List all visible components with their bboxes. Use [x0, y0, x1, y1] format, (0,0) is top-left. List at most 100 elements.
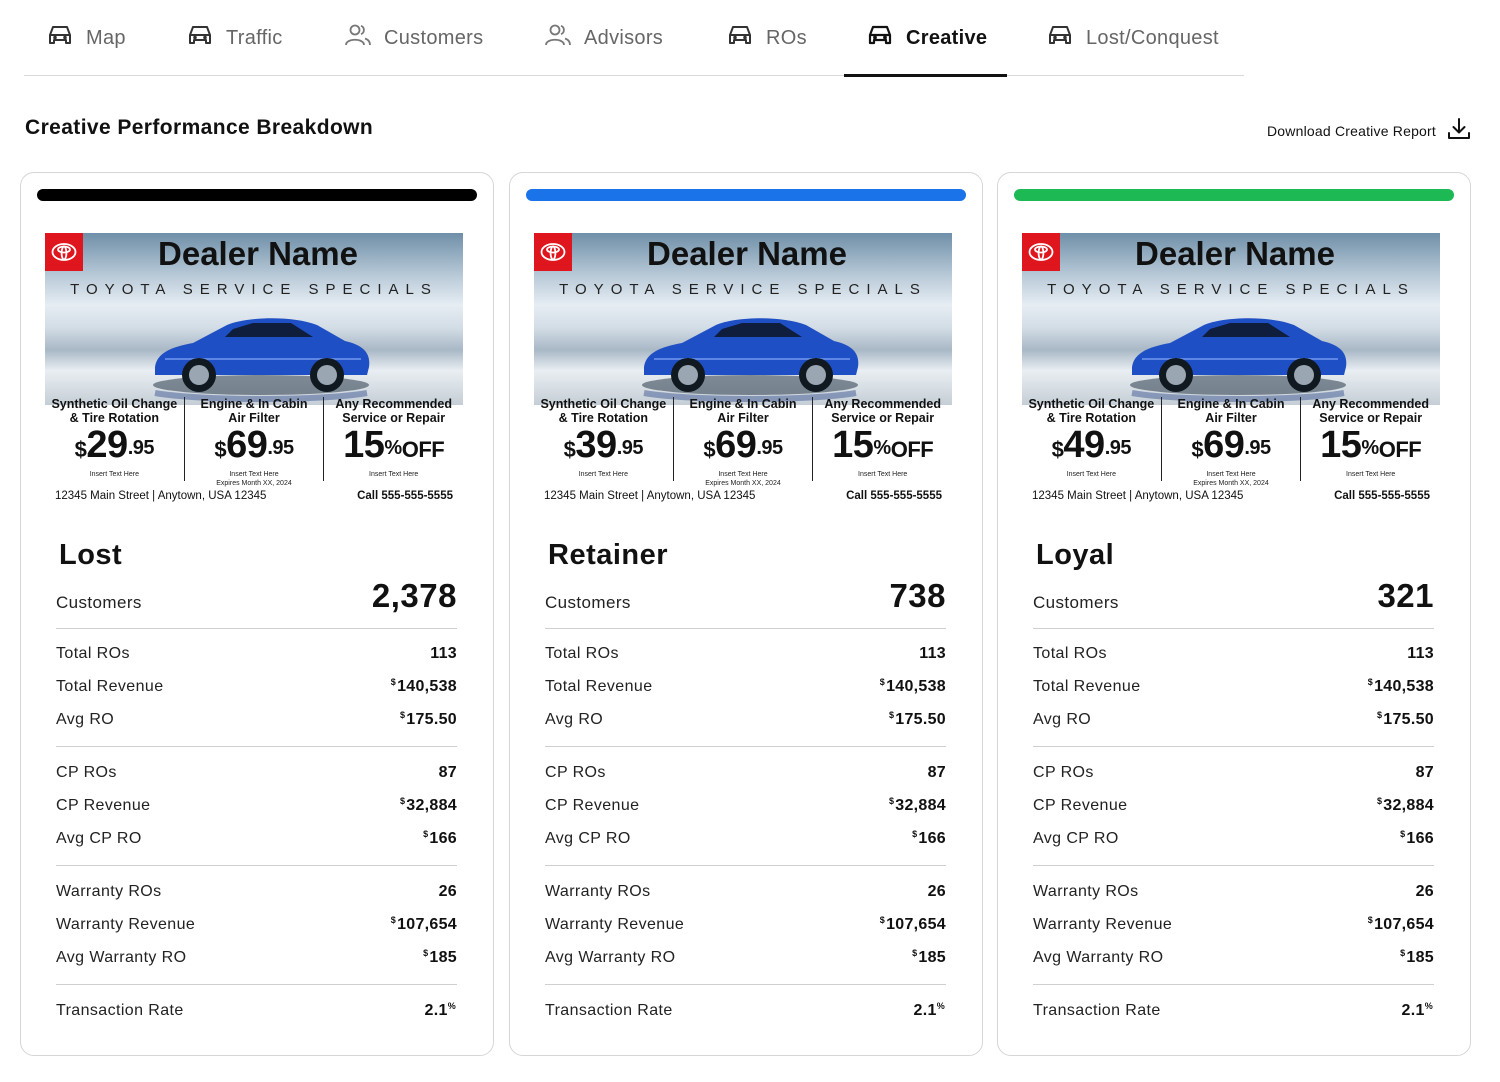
metric-value-text: 2.1 — [424, 1002, 448, 1019]
offer-insert-text: Insert Text Here — [1206, 471, 1256, 478]
metric-label: CP Revenue — [1033, 797, 1128, 814]
metric-row-avg-cp-ro: Avg CP RO $166 — [56, 828, 457, 850]
tab-advisors[interactable]: Advisors — [544, 0, 663, 76]
ad-phone: Call 555-555-5555 — [1334, 490, 1430, 502]
metric-value: $175.50 — [1376, 710, 1434, 729]
car-illustration-icon — [630, 297, 866, 407]
metric-label: Transaction Rate — [545, 1002, 673, 1019]
ad-footer: 12345 Main Street | Anytown, USA 12345 C… — [534, 490, 952, 506]
price-cents: .95 — [127, 437, 155, 459]
metric-value: $32,884 — [1377, 796, 1434, 815]
offer-price: $39.95 — [534, 425, 673, 470]
divider — [56, 746, 457, 747]
metric-label: Total ROs — [545, 645, 619, 662]
metric-value: 87 — [928, 764, 946, 782]
currency-symbol: $ — [423, 829, 429, 839]
metric-value-text: 175.50 — [406, 711, 457, 728]
metric-value: 87 — [439, 764, 457, 782]
offer-expires: Expires Month XX, 2024 — [705, 480, 781, 487]
percent-symbol: % — [447, 1001, 456, 1011]
tab-lost-conquest[interactable]: Lost/Conquest — [1046, 0, 1219, 76]
metric-label: Total Revenue — [545, 678, 653, 695]
tab-creative[interactable]: Creative — [843, 0, 1008, 77]
customers-value: 738 — [889, 577, 946, 614]
metric-value: 26 — [1416, 883, 1434, 901]
metric-label: Avg RO — [1033, 711, 1092, 728]
offer-expires: Expires Month XX, 2024 — [216, 480, 292, 487]
metric-value-text: 2.1 — [1401, 1002, 1425, 1019]
metric-value-text: 175.50 — [895, 711, 946, 728]
ad-subtitle: TOYOTA SERVICE SPECIALS — [559, 281, 927, 298]
offer-insert-text: Insert Text Here — [718, 471, 768, 478]
metric-label: Avg RO — [56, 711, 115, 728]
segment-title: Retainer — [548, 539, 669, 571]
creative-card-loyal: Dealer Name TOYOTA SERVICE SPECIALS Synt… — [997, 172, 1471, 1056]
offer-insert-text: Insert Text Here — [578, 471, 628, 478]
metric-value-text: 32,884 — [895, 797, 946, 814]
ad-offer-oil-change: Synthetic Oil Change & Tire Rotation $39… — [534, 397, 673, 481]
download-report-button[interactable]: Download Creative Report — [1267, 116, 1472, 145]
tab-ros[interactable]: ROs — [726, 0, 807, 76]
download-icon — [1446, 116, 1472, 145]
metric-value: $175.50 — [889, 710, 946, 729]
metric-row-warranty-revenue: Warranty Revenue $107,654 — [56, 914, 457, 936]
metric-label: Warranty ROs — [56, 883, 162, 900]
ad-offer-service: Any Recommended Service or Repair 15%OFF… — [812, 397, 952, 481]
tab-map[interactable]: Map — [46, 0, 126, 76]
price-cents: .95 — [1104, 437, 1132, 459]
metric-label: CP ROs — [56, 764, 117, 781]
tab-label: Advisors — [584, 26, 664, 49]
tab-label: ROs — [766, 26, 807, 49]
metric-value-text: 113 — [919, 645, 946, 662]
price-cents: .95 — [756, 437, 783, 459]
percent-symbol: % — [384, 437, 402, 459]
metric-label: Warranty Revenue — [545, 916, 685, 933]
metric-row-avg-ro: Avg RO $175.50 — [1033, 709, 1434, 731]
metric-label: Total Revenue — [56, 678, 164, 695]
customers-label: Customers — [545, 593, 631, 612]
offer-price: $69.95 — [1162, 425, 1301, 470]
metric-row-cp-revenue: CP Revenue $32,884 — [56, 795, 457, 817]
offer-title: Engine & In Cabin Air Filter — [1177, 397, 1285, 425]
metric-value-text: 26 — [1415, 883, 1434, 900]
creative-ad-image[interactable]: Dealer Name TOYOTA SERVICE SPECIALS Synt… — [534, 233, 952, 513]
metric-row-total-ros: Total ROs 113 — [545, 643, 946, 665]
creative-ad-image[interactable]: Dealer Name TOYOTA SERVICE SPECIALS Synt… — [1022, 233, 1440, 513]
offer-expires: Expires Month XX, 2024 — [1193, 480, 1269, 487]
metric-row-avg-warranty-ro: Avg Warranty RO $185 — [545, 947, 946, 969]
metric-value-text: 140,538 — [397, 678, 457, 695]
metric-value-text: 140,538 — [1374, 678, 1434, 695]
metric-row-transaction-rate: Transaction Rate 2.1% — [545, 1000, 946, 1022]
metric-row-cp-ros: CP ROs 87 — [56, 762, 457, 784]
tab-customers[interactable]: Customers — [344, 0, 483, 76]
ad-offer-air-filter: Engine & In Cabin Air Filter $69.95 Inse… — [672, 397, 813, 487]
car-icon — [866, 21, 894, 55]
offer-title: Engine & In Cabin Air Filter — [200, 397, 308, 425]
price-main: 69 — [1203, 424, 1245, 466]
tab-traffic[interactable]: Traffic — [186, 0, 283, 76]
metric-label: Warranty Revenue — [56, 916, 196, 933]
metric-value: 2.1% — [424, 1001, 457, 1020]
discount-value: 15 — [832, 424, 874, 466]
offer-insert-text: Insert Text Here — [858, 471, 908, 478]
ad-subtitle: TOYOTA SERVICE SPECIALS — [1047, 281, 1415, 298]
creative-ad-image[interactable]: Dealer Name TOYOTA SERVICE SPECIALS Synt… — [45, 233, 463, 513]
creative-card-lost: Dealer Name TOYOTA SERVICE SPECIALS Synt… — [20, 172, 494, 1056]
offer-price: $49.95 — [1022, 425, 1161, 470]
currency-symbol: $ — [74, 437, 87, 462]
segment-color-bar — [1014, 189, 1454, 201]
metric-value-text: 113 — [1407, 645, 1434, 662]
currency-symbol: $ — [390, 677, 397, 687]
offer-price: $69.95 — [185, 425, 324, 470]
offer-insert-text: Insert Text Here — [89, 471, 139, 478]
metric-value: $32,884 — [889, 796, 946, 815]
currency-symbol: $ — [1376, 710, 1383, 720]
metric-label: Avg Warranty RO — [1033, 949, 1164, 966]
metric-label: Transaction Rate — [1033, 1002, 1161, 1019]
tab-label: Traffic — [226, 26, 283, 49]
metric-row-avg-ro: Avg RO $175.50 — [545, 709, 946, 731]
segment-title: Loyal — [1036, 539, 1115, 571]
customers-label: Customers — [56, 593, 142, 612]
car-icon — [1046, 21, 1074, 55]
tab-label: Creative — [906, 26, 988, 49]
